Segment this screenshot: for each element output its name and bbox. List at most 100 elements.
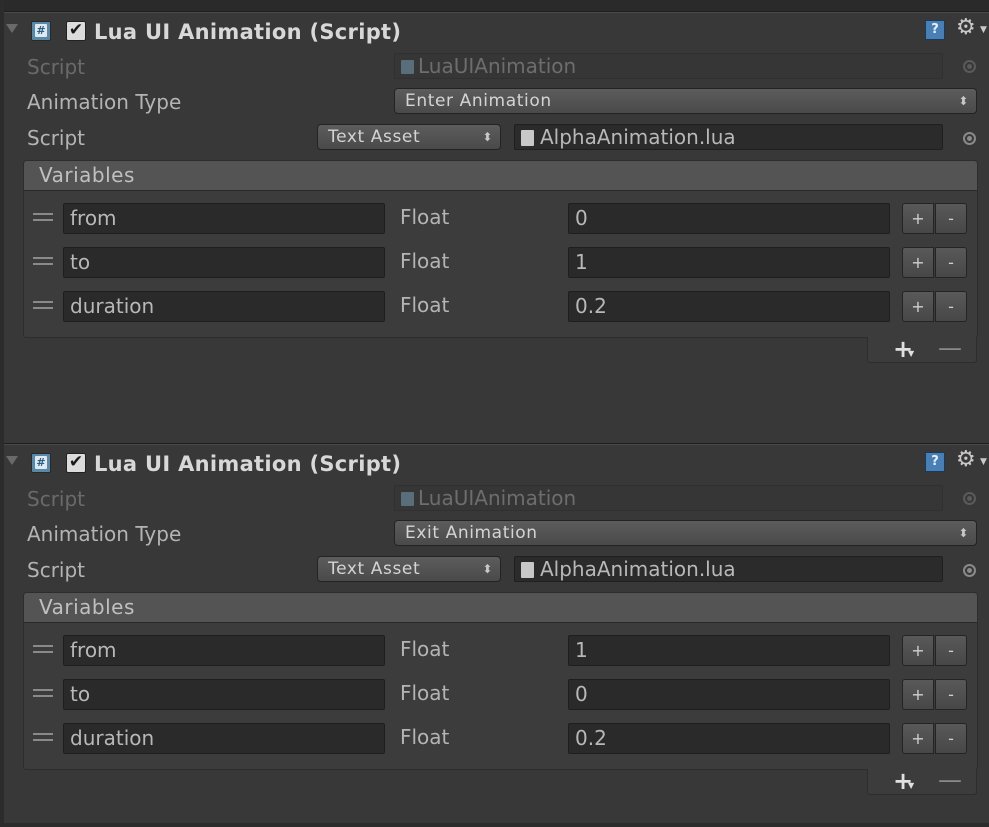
remove-list-item-button[interactable]: — <box>938 766 962 794</box>
add-caret-icon: ▼ <box>908 781 915 790</box>
script-source-dropdown[interactable]: Text Asset ⬍ <box>317 556 501 582</box>
dropdown-arrows-icon: ⬍ <box>482 130 493 144</box>
variable-type: Float <box>400 637 450 661</box>
component-header[interactable]: # ✔ Lua UI Animation (Script) ? ⚙ ▼ <box>0 445 989 477</box>
lua-script-label: Script <box>27 126 86 150</box>
remove-variable-button[interactable]: - <box>935 247 967 278</box>
variable-value-input[interactable]: 1 <box>568 247 890 278</box>
variables-list: Variables from Float 0 + - to Float 1 + … <box>23 160 978 338</box>
variable-value-input[interactable]: 0.2 <box>568 723 890 754</box>
object-picker-icon <box>963 60 976 73</box>
script-label: Script <box>27 55 86 79</box>
animation-type-label: Animation Type <box>27 90 182 114</box>
window-top-edge <box>0 0 989 11</box>
variable-type: Float <box>400 681 450 705</box>
gear-icon[interactable]: ⚙ <box>956 447 976 473</box>
component-title: Lua UI Animation (Script) <box>94 20 402 44</box>
variable-row: duration Float 0.2 + - <box>24 289 977 323</box>
text-asset-icon <box>521 562 534 578</box>
variable-row: to Float 1 + - <box>24 245 977 279</box>
variables-title: Variables <box>39 163 135 187</box>
variable-name-input[interactable]: to <box>63 247 385 278</box>
variable-row: duration Float 0.2 + - <box>24 721 977 755</box>
window-left-edge <box>0 0 4 827</box>
dropdown-arrows-icon: ⬍ <box>958 526 969 540</box>
add-variable-button[interactable]: + <box>902 203 934 234</box>
component-header[interactable]: # ✔ Lua UI Animation (Script) ? ⚙ ▼ <box>0 13 989 45</box>
lua-script-label: Script <box>27 558 86 582</box>
script-asset-icon <box>401 492 414 506</box>
lua-script-field[interactable]: AlphaAnimation.lua <box>514 556 943 582</box>
variables-list: Variables from Float 1 + - to Float 0 + … <box>23 592 978 770</box>
variable-name-input[interactable]: to <box>63 679 385 710</box>
lua-ui-animation-component-2: # ✔ Lua UI Animation (Script) ? ⚙ ▼ Scri… <box>0 443 989 823</box>
variable-type: Float <box>400 293 450 317</box>
enable-checkbox[interactable]: ✔ <box>66 21 86 41</box>
remove-variable-button[interactable]: - <box>935 679 967 710</box>
object-picker-icon <box>963 492 976 505</box>
drag-handle-icon[interactable] <box>33 301 53 311</box>
remove-variable-button[interactable]: - <box>935 291 967 322</box>
script-label: Script <box>27 487 86 511</box>
variable-name-input[interactable]: duration <box>63 723 385 754</box>
script-asset-icon <box>401 60 414 74</box>
add-variable-button[interactable]: + <box>902 291 934 322</box>
dropdown-arrows-icon: ⬍ <box>482 562 493 576</box>
script-field: LuaUIAnimation <box>394 485 943 511</box>
drag-handle-icon[interactable] <box>33 257 53 267</box>
drag-handle-icon[interactable] <box>33 213 53 223</box>
enable-checkbox[interactable]: ✔ <box>66 453 86 473</box>
animation-type-dropdown[interactable]: Exit Animation ⬍ <box>394 520 977 546</box>
animation-type-label: Animation Type <box>27 522 182 546</box>
variable-row: from Float 0 + - <box>24 201 977 235</box>
gear-icon[interactable]: ⚙ <box>956 15 976 41</box>
csharp-script-icon: # <box>31 453 51 473</box>
help-icon[interactable]: ? <box>925 452 945 472</box>
variables-header: Variables <box>24 593 977 623</box>
add-variable-button[interactable]: + <box>902 635 934 666</box>
component-title: Lua UI Animation (Script) <box>94 452 402 476</box>
script-source-dropdown[interactable]: Text Asset ⬍ <box>317 124 501 150</box>
variables-header: Variables <box>24 161 977 191</box>
variable-row: to Float 0 + - <box>24 677 977 711</box>
drag-handle-icon[interactable] <box>33 689 53 699</box>
variable-type: Float <box>400 205 450 229</box>
variable-name-input[interactable]: duration <box>63 291 385 322</box>
dropdown-arrows-icon: ⬍ <box>958 94 969 108</box>
list-footer: + ▼ — <box>867 766 977 795</box>
remove-variable-button[interactable]: - <box>935 723 967 754</box>
foldout-arrow-icon[interactable] <box>6 456 18 465</box>
remove-variable-button[interactable]: - <box>935 203 967 234</box>
drag-handle-icon[interactable] <box>33 733 53 743</box>
drag-handle-icon[interactable] <box>33 645 53 655</box>
variable-value-input[interactable]: 0 <box>568 679 890 710</box>
variable-value-input[interactable]: 0.2 <box>568 291 890 322</box>
foldout-arrow-icon[interactable] <box>6 24 18 33</box>
variable-value-input[interactable]: 1 <box>568 635 890 666</box>
add-caret-icon: ▼ <box>908 349 915 358</box>
object-picker-icon[interactable] <box>963 564 976 577</box>
variable-value-input[interactable]: 0 <box>568 203 890 234</box>
list-footer: + ▼ — <box>867 334 977 363</box>
gear-caret-icon: ▼ <box>980 25 987 35</box>
variable-row: from Float 1 + - <box>24 633 977 667</box>
add-variable-button[interactable]: + <box>902 247 934 278</box>
variable-type: Float <box>400 249 450 273</box>
animation-type-dropdown[interactable]: Enter Animation ⬍ <box>394 88 977 114</box>
add-variable-button[interactable]: + <box>902 679 934 710</box>
object-picker-icon[interactable] <box>963 132 976 145</box>
window-bottom-edge <box>0 823 989 827</box>
add-variable-button[interactable]: + <box>902 723 934 754</box>
variable-name-input[interactable]: from <box>63 635 385 666</box>
variable-type: Float <box>400 725 450 749</box>
lua-ui-animation-component-1: # ✔ Lua UI Animation (Script) ? ⚙ ▼ Scri… <box>0 11 989 442</box>
variables-title: Variables <box>39 595 135 619</box>
lua-script-field[interactable]: AlphaAnimation.lua <box>514 124 943 150</box>
remove-list-item-button[interactable]: — <box>938 334 962 362</box>
script-field: LuaUIAnimation <box>394 53 943 79</box>
gear-caret-icon: ▼ <box>980 457 987 467</box>
remove-variable-button[interactable]: - <box>935 635 967 666</box>
help-icon[interactable]: ? <box>925 20 945 40</box>
text-asset-icon <box>521 130 534 146</box>
variable-name-input[interactable]: from <box>63 203 385 234</box>
